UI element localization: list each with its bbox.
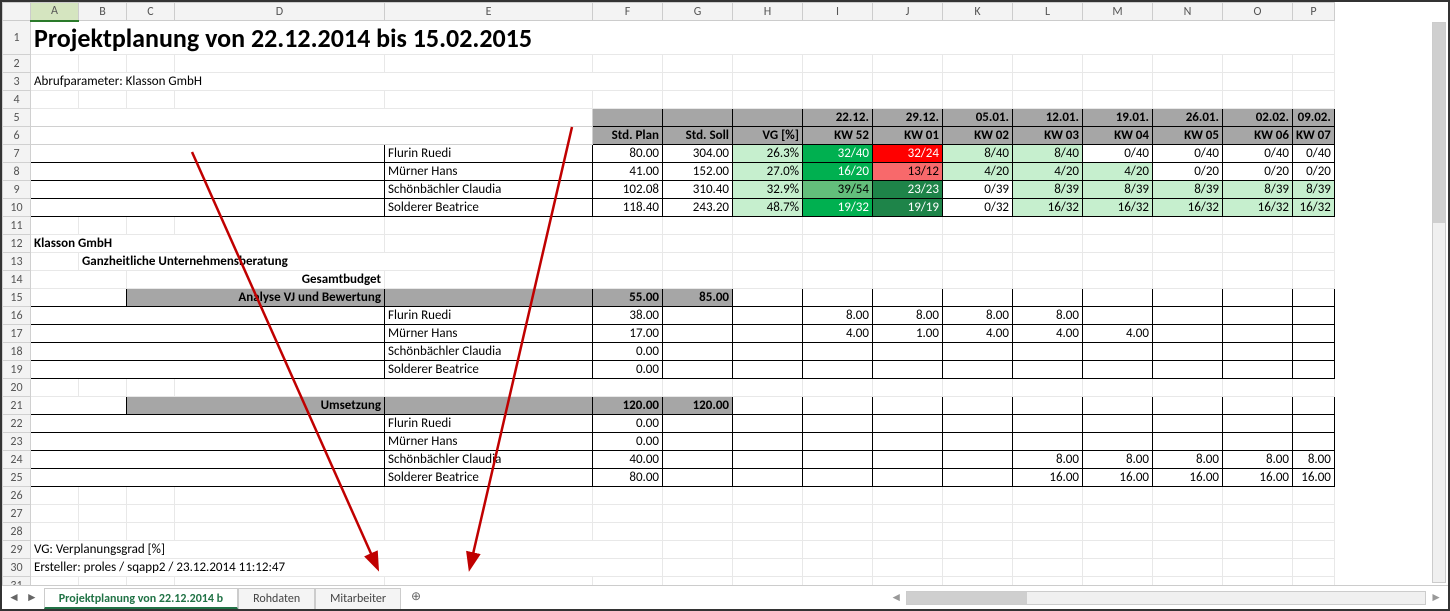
row-header[interactable]: 8 xyxy=(3,163,31,181)
column-header[interactable]: L xyxy=(1013,3,1083,21)
row-header[interactable]: 27 xyxy=(3,505,31,523)
row-header[interactable]: 30 xyxy=(3,559,31,577)
column-header[interactable]: G xyxy=(663,3,733,21)
column-header[interactable]: C xyxy=(127,3,175,21)
horizontal-scrollbar[interactable]: ◄ ► xyxy=(431,586,1448,609)
row-header[interactable]: 9 xyxy=(3,181,31,199)
row-header[interactable]: 15 xyxy=(3,289,31,307)
row-header[interactable]: 16 xyxy=(3,307,31,325)
row-header[interactable]: 6 xyxy=(3,127,31,145)
sheet-tab-bar: ◄ ► Projektplanung von 22.12.2014 bRohda… xyxy=(2,585,1448,609)
row-header[interactable]: 3 xyxy=(3,73,31,91)
row-header[interactable]: 14 xyxy=(3,271,31,289)
row-header[interactable]: 18 xyxy=(3,343,31,361)
column-header[interactable]: P xyxy=(1293,3,1335,21)
select-all-corner[interactable] xyxy=(3,3,31,21)
row-header[interactable]: 21 xyxy=(3,397,31,415)
row-header[interactable]: 4 xyxy=(3,91,31,109)
horizontal-scroll-thumb[interactable] xyxy=(907,592,1027,604)
column-header[interactable]: D xyxy=(175,3,385,21)
row-header[interactable]: 31 xyxy=(3,577,31,586)
page-title[interactable]: Projektplanung von 22.12.2014 bis 15.02.… xyxy=(31,21,1335,55)
row-header[interactable]: 26 xyxy=(3,487,31,505)
row-header[interactable]: 11 xyxy=(3,217,31,235)
column-header[interactable]: J xyxy=(873,3,943,21)
row-header[interactable]: 24 xyxy=(3,451,31,469)
column-header[interactable]: I xyxy=(803,3,873,21)
column-header[interactable]: E xyxy=(385,3,593,21)
column-header[interactable]: A xyxy=(31,3,79,21)
column-header[interactable]: M xyxy=(1083,3,1153,21)
row-header[interactable]: 7 xyxy=(3,145,31,163)
row-header[interactable]: 23 xyxy=(3,433,31,451)
row-header[interactable]: 10 xyxy=(3,199,31,217)
row-header[interactable]: 1 xyxy=(3,21,31,55)
worksheet-grid[interactable]: ABCDEFGHIJKLMNOP 1Projektplanung von 22.1… xyxy=(2,2,1335,585)
column-header[interactable]: F xyxy=(593,3,663,21)
column-header[interactable]: H xyxy=(733,3,803,21)
row-header[interactable]: 29 xyxy=(3,541,31,559)
column-header[interactable]: O xyxy=(1223,3,1293,21)
tab-nav-prev-icon[interactable]: ◄ xyxy=(8,590,20,605)
row-header[interactable]: 2 xyxy=(3,55,31,73)
abrufparameter[interactable]: Abrufparameter: Klasson GmbH xyxy=(31,73,663,91)
column-header[interactable]: K xyxy=(943,3,1013,21)
row-header[interactable]: 22 xyxy=(3,415,31,433)
add-sheet-button[interactable]: ⊕ xyxy=(401,586,431,609)
sheet-tab[interactable]: Projektplanung von 22.12.2014 b xyxy=(44,588,238,609)
row-header[interactable]: 13 xyxy=(3,253,31,271)
sheet-tab[interactable]: Rohdaten xyxy=(238,588,315,609)
row-header[interactable]: 20 xyxy=(3,379,31,397)
column-header[interactable]: B xyxy=(79,3,127,21)
scroll-right-icon[interactable]: ► xyxy=(1430,590,1442,605)
vertical-scroll-thumb[interactable] xyxy=(1433,23,1445,223)
tab-nav-buttons[interactable]: ◄ ► xyxy=(2,586,44,609)
row-header[interactable]: 5 xyxy=(3,109,31,127)
sheet-tab[interactable]: Mitarbeiter xyxy=(315,588,401,609)
tab-nav-next-icon[interactable]: ► xyxy=(26,590,38,605)
row-header[interactable]: 25 xyxy=(3,469,31,487)
column-header[interactable]: N xyxy=(1153,3,1223,21)
row-header[interactable]: 17 xyxy=(3,325,31,343)
row-header[interactable]: 12 xyxy=(3,235,31,253)
spreadsheet-window: ABCDEFGHIJKLMNOP1Projektplanung von 22.1… xyxy=(0,0,1450,611)
row-header[interactable]: 28 xyxy=(3,523,31,541)
sheet-area[interactable]: ABCDEFGHIJKLMNOP 1Projektplanung von 22.1… xyxy=(2,2,1448,585)
scroll-left-icon[interactable]: ◄ xyxy=(890,590,902,605)
vertical-scrollbar[interactable] xyxy=(1432,22,1446,583)
row-header[interactable]: 19 xyxy=(3,361,31,379)
